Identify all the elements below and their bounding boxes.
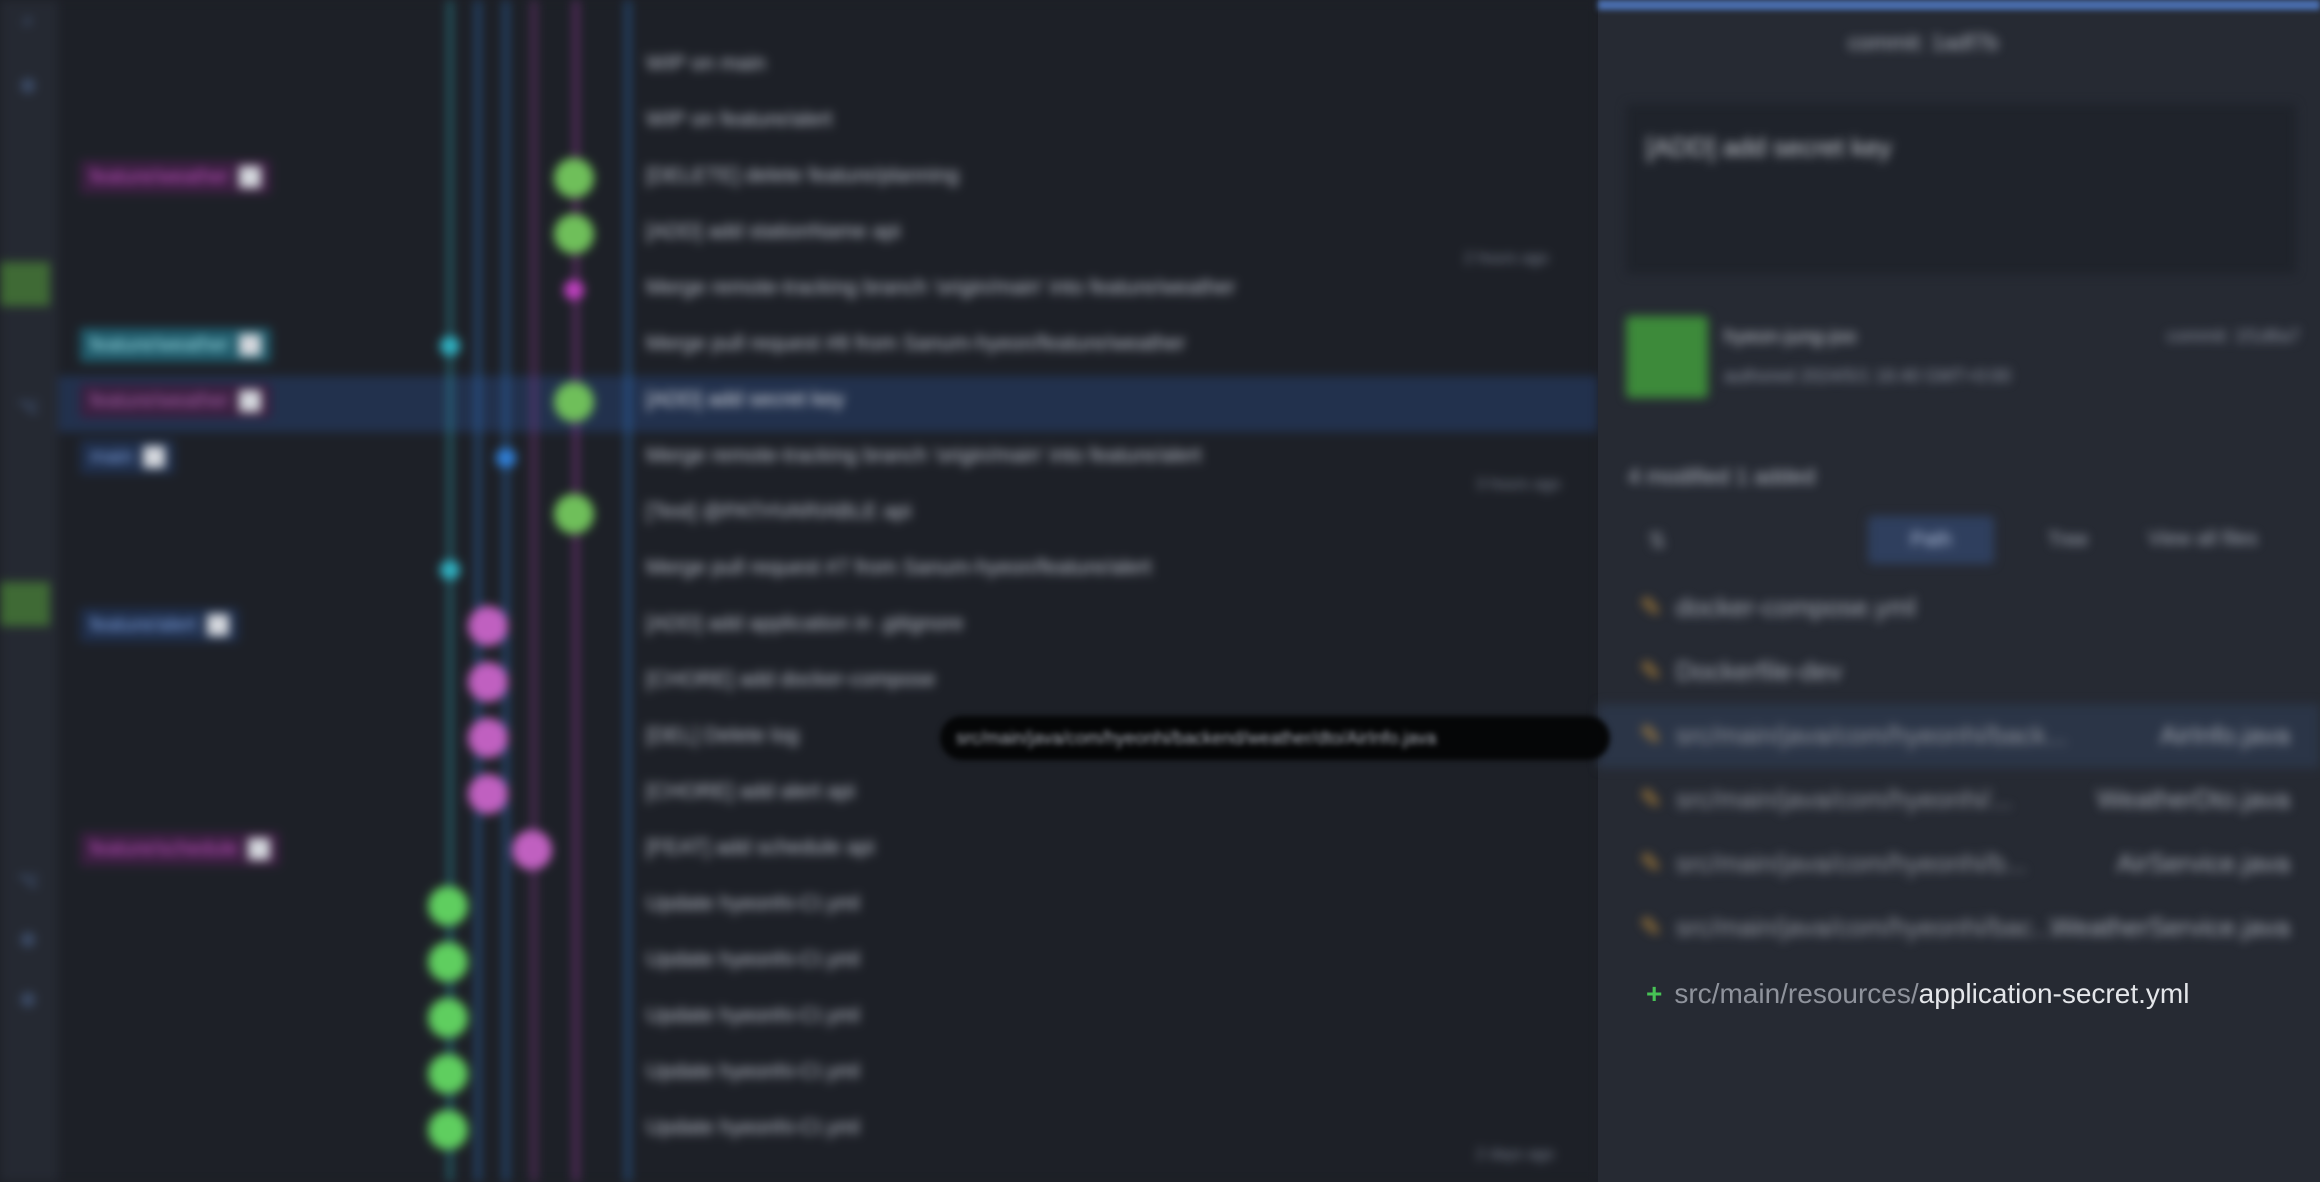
branch-tag[interactable]: feature/weather [80, 384, 271, 418]
added-file-row[interactable]: + src/main/resources/application-secret.y… [1646, 978, 2189, 1010]
file-path-tooltip: src/main/java/com/hyeonhi/backend/weathe… [940, 716, 1610, 760]
added-icon: + [1646, 978, 1663, 1009]
commit-node[interactable] [428, 998, 468, 1038]
commit-node[interactable] [512, 830, 552, 870]
remote-icon[interactable]: ⚙ [18, 990, 38, 1010]
modified-icon: ✎ [1640, 656, 1662, 686]
commit-node[interactable] [428, 942, 468, 982]
commit-message[interactable]: [FEAT] add schedule api [646, 836, 874, 860]
commit-header: commit: 1adf7b [1848, 30, 1999, 55]
git-graph-area: ⌕ ⚙ ⌥ ⌥ ⚙ ⚙ feature/weather feature/weat… [0, 0, 1598, 1182]
commit-time: 3 hours ago [1476, 476, 1561, 493]
tag-icon[interactable]: ⌥ [18, 870, 39, 890]
commit-node[interactable] [428, 1110, 468, 1150]
modified-icon: ✎ [1640, 720, 1662, 750]
commit-details-panel: commit: 1adf7b [ADD] add secret key hyeo… [1598, 0, 2320, 1182]
commit-message[interactable]: Update hyeonhi-CI.yml [646, 1004, 860, 1028]
commit-node[interactable] [468, 774, 508, 814]
graph-lane [504, 0, 508, 1182]
commit-message[interactable]: [DEL] Delete log [646, 724, 799, 748]
settings-icon[interactable]: ⚙ [18, 76, 38, 96]
search-icon[interactable]: ⌕ [18, 10, 38, 30]
commit-message-text: [ADD] add secret key [1646, 132, 1892, 162]
commit-message[interactable]: Update hyeonhi-CI.yml [646, 948, 860, 972]
commit-message[interactable]: Merge pull request #8 from Sanum-hyeon/f… [646, 332, 1185, 356]
branch-tag[interactable]: feature/weather [80, 160, 271, 194]
sidebar-badge [0, 262, 50, 306]
authored-date: authored 2024/5/1 16:40 GMT+0:00 [1724, 366, 2011, 386]
file-row[interactable]: ✎ src/main/java/com/hyeonhi/... WeatherDto… [1640, 784, 2290, 815]
commit-message[interactable]: WIP on feature/alert [646, 108, 832, 132]
graph-lane [626, 0, 630, 1182]
commit-message[interactable]: [Test] @PATHVARIABLE api [646, 500, 911, 524]
file-row[interactable]: ✎ src/main/java/com/hyeonhi/bac... Weather… [1640, 912, 2290, 943]
commit-message[interactable]: [DELETE] delete feature/planning [646, 164, 959, 188]
commit-message[interactable]: [ADD] add application in .gitignore [646, 612, 964, 636]
commit-sha[interactable]: commit: 1f1d6a7 [2167, 326, 2300, 347]
branch-tag[interactable]: feature/weather [80, 328, 271, 362]
commit-node[interactable] [428, 886, 468, 926]
commit-message[interactable]: WIP on main [646, 52, 766, 76]
commit-message[interactable]: [ADD] add stationName api [646, 220, 900, 244]
view-all-files-checkbox[interactable]: View all files [2148, 528, 2258, 551]
avatar [1626, 316, 1708, 398]
commit-message[interactable]: Update hyeonhi-CI.yml [646, 1060, 860, 1084]
branch-tag[interactable]: feature/schedule [80, 832, 280, 866]
commit-node[interactable] [440, 560, 460, 580]
commit-node[interactable] [554, 382, 594, 422]
commit-graph[interactable]: feature/weather feature/weather feature/… [58, 0, 1598, 1182]
file-row[interactable]: ✎ src/main/java/com/hyeonhi/b... AirServic… [1640, 848, 2290, 879]
left-sidebar-rail: ⌕ ⚙ ⌥ ⌥ ⚙ ⚙ [0, 0, 58, 1182]
commit-message[interactable]: Merge remote-tracking branch 'origin/mai… [646, 444, 1201, 468]
commit-time: 2 days ago [1476, 1146, 1555, 1163]
sort-icon[interactable]: ⇅ [1648, 528, 1666, 554]
graph-lane [476, 0, 480, 1182]
branch-tag[interactable]: main [80, 440, 176, 474]
modified-icon: ✎ [1640, 592, 1662, 622]
commit-message-box[interactable]: [ADD] add secret key [1626, 104, 2296, 274]
path-view-button[interactable]: Path [1868, 516, 1994, 564]
change-stats: 4 modified 1 added [1628, 464, 1816, 489]
stash-icon[interactable]: ⚙ [18, 930, 38, 950]
commit-node[interactable] [554, 214, 594, 254]
view-mode-toolbar: ⇅ Path Tree View all files [1628, 516, 2298, 568]
modified-icon: ✎ [1640, 848, 1662, 878]
author-name: hyeon-jung-joo [1724, 326, 1857, 348]
commit-node[interactable] [428, 1054, 468, 1094]
commit-node[interactable] [468, 606, 508, 646]
file-row[interactable]: ✎ Dockerfile-dev [1640, 656, 1842, 687]
modified-icon: ✎ [1640, 912, 1662, 942]
commit-node[interactable] [554, 158, 594, 198]
sidebar-badge-2 [0, 582, 50, 626]
commit-message[interactable]: [CHORE] add alert api [646, 780, 855, 804]
commit-node[interactable] [468, 718, 508, 758]
commit-time: 2 hours ago [1464, 250, 1549, 267]
tree-view-button[interactable]: Tree [2018, 516, 2118, 564]
file-name: application-secret.yml [1918, 978, 2190, 1009]
commit-message[interactable]: Update hyeonhi-CI.yml [646, 1116, 860, 1140]
commit-message[interactable]: Merge pull request #7 from Sanum-hyeon/f… [646, 556, 1151, 580]
commit-message[interactable]: Merge remote-tracking branch 'origin/mai… [646, 276, 1235, 300]
commit-node[interactable] [496, 448, 516, 468]
modified-icon: ✎ [1640, 784, 1662, 814]
commit-node[interactable] [564, 280, 584, 300]
commit-message[interactable]: Update hyeonhi-CI.yml [646, 892, 860, 916]
branch-icon[interactable]: ⌥ [18, 396, 39, 416]
file-row[interactable]: ✎ docker-compose.yml [1640, 592, 1916, 623]
commit-node[interactable] [554, 494, 594, 534]
branch-tag[interactable]: feature/alert [80, 608, 239, 642]
commit-node[interactable] [440, 336, 460, 356]
graph-lane [532, 0, 536, 1182]
commit-node[interactable] [468, 662, 508, 702]
file-directory: src/main/resources/ [1674, 978, 1919, 1009]
file-row[interactable]: ✎ src/main/java/com/hyeonhi/back... AirInf… [1640, 720, 2290, 751]
commit-message[interactable]: [ADD] add secret key [646, 388, 844, 412]
commit-message[interactable]: [CHORE] add docker-compose [646, 668, 935, 692]
